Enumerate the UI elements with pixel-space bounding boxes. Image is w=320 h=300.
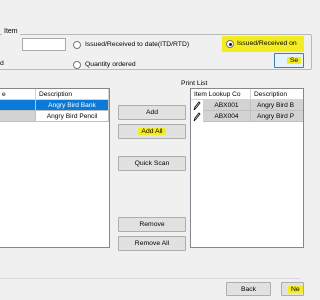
add-button[interactable]: Add <box>118 105 186 120</box>
print-list-grid[interactable]: Item Lookup Co Description ABX001 Angry … <box>190 88 304 248</box>
back-button[interactable]: Back <box>226 282 271 296</box>
items-grid-row1-description[interactable]: Angry Bird Bank <box>36 100 109 111</box>
quick-scan-button-label: Quick Scan <box>134 160 170 167</box>
remove-all-button[interactable]: Remove All <box>118 236 186 251</box>
pencil-icon <box>193 101 201 111</box>
add-button-label: Add <box>145 109 159 116</box>
items-grid-header-description[interactable]: Description <box>36 89 109 100</box>
print-list-row1-code[interactable]: ABX001 <box>203 100 251 111</box>
next-button[interactable]: Ne <box>281 282 304 296</box>
items-grid-header-code[interactable]: e <box>0 89 36 100</box>
search-button[interactable]: Se <box>274 53 304 68</box>
print-list-title: Print List <box>181 80 208 87</box>
radio-itd[interactable] <box>73 41 81 49</box>
item-text-field[interactable] <box>22 38 66 51</box>
radio-quantity-ordered[interactable] <box>73 61 81 69</box>
search-button-label: Se <box>286 57 302 64</box>
next-button-label: Ne <box>288 285 303 293</box>
add-all-button-label: Add All <box>138 128 166 135</box>
pencil-icon <box>193 112 201 122</box>
filter-group-title: Item <box>2 28 20 35</box>
add-all-button[interactable]: Add All <box>118 124 186 139</box>
items-grid-row1-code[interactable] <box>0 100 36 111</box>
remove-all-button-label: Remove All <box>134 240 170 247</box>
radio-issued-on-label: Issued/Received on <box>237 40 297 47</box>
back-button-label: Back <box>240 285 257 293</box>
print-list-row1-description[interactable]: Angry Bird B <box>251 100 303 111</box>
items-grid-row2-description[interactable]: Angry Bird Pencil <box>36 111 109 122</box>
remove-button-label: Remove <box>139 221 165 228</box>
print-list-header-description[interactable]: Description <box>251 89 303 100</box>
radio-quantity-ordered-label: Quantity ordered <box>85 61 136 68</box>
radio-issued-on[interactable] <box>226 40 234 48</box>
radio-itd-label: Issued/Received to date(ITD/RTD) <box>85 41 190 48</box>
items-grid[interactable]: e Description Angry Bird Bank Angry Bird… <box>0 88 110 248</box>
items-grid-row2-code[interactable] <box>0 111 36 122</box>
filter-left-label: d <box>0 60 4 67</box>
remove-button[interactable]: Remove <box>118 217 186 232</box>
quick-scan-button[interactable]: Quick Scan <box>118 156 186 171</box>
print-list-header-code[interactable]: Item Lookup Co <box>191 89 251 100</box>
print-list-row2-description[interactable]: Angry Bird P <box>251 111 303 122</box>
print-list-row2-code[interactable]: ABX004 <box>203 111 251 122</box>
